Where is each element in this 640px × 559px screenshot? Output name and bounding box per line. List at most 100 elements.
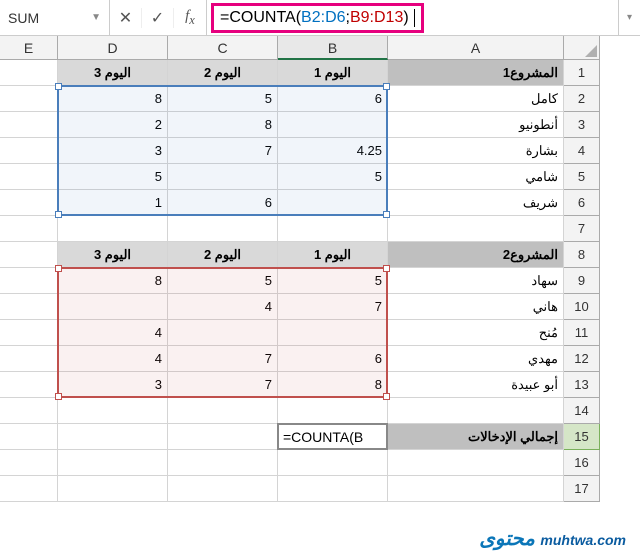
cell-A14[interactable] <box>388 398 564 424</box>
row-header-9[interactable]: 9 <box>564 268 600 294</box>
cell-C1[interactable]: اليوم 2 <box>168 60 278 86</box>
cell-A13[interactable]: أبو عبيدة <box>388 372 564 398</box>
cell-D7[interactable] <box>58 216 168 242</box>
cell-E4[interactable] <box>0 138 58 164</box>
cell-B16[interactable] <box>278 450 388 476</box>
cell-B17[interactable] <box>278 476 388 502</box>
row-header-16[interactable]: 16 <box>564 450 600 476</box>
row-header-11[interactable]: 11 <box>564 320 600 346</box>
cell-A2[interactable]: كامل <box>388 86 564 112</box>
cell-C12[interactable]: 7 <box>168 346 278 372</box>
cell-D2[interactable]: 8 <box>58 86 168 112</box>
row-header-1[interactable]: 1 <box>564 60 600 86</box>
cell-B14[interactable] <box>278 398 388 424</box>
name-box-dropdown-icon[interactable]: ▼ <box>91 12 101 23</box>
cell-E17[interactable] <box>0 476 58 502</box>
cell-A15[interactable]: إجمالي الإدخالات <box>388 424 564 450</box>
cell-E7[interactable] <box>0 216 58 242</box>
col-header-C[interactable]: C <box>168 36 278 60</box>
row-header-17[interactable]: 17 <box>564 476 600 502</box>
row-header-2[interactable]: 2 <box>564 86 600 112</box>
cell-E6[interactable] <box>0 190 58 216</box>
enter-button[interactable]: ✓ <box>142 8 174 28</box>
cell-B12[interactable]: 6 <box>278 346 388 372</box>
cell-A3[interactable]: أنطونيو <box>388 112 564 138</box>
cell-A9[interactable]: سهاد <box>388 268 564 294</box>
cell-D17[interactable] <box>58 476 168 502</box>
cancel-button[interactable]: ✕ <box>110 8 142 28</box>
cell-D13[interactable]: 3 <box>58 372 168 398</box>
cell-C10[interactable]: 4 <box>168 294 278 320</box>
cell-B5[interactable]: 5 <box>278 164 388 190</box>
cell-E5[interactable] <box>0 164 58 190</box>
cell-A8[interactable]: المشروع2 <box>388 242 564 268</box>
cell-B3[interactable] <box>278 112 388 138</box>
col-header-A[interactable]: A <box>388 36 564 60</box>
select-all-corner[interactable] <box>564 36 600 60</box>
row-header-3[interactable]: 3 <box>564 112 600 138</box>
cell-B1[interactable]: اليوم 1 <box>278 60 388 86</box>
cell-C16[interactable] <box>168 450 278 476</box>
cell-B8[interactable]: اليوم 1 <box>278 242 388 268</box>
cell-C15[interactable] <box>168 424 278 450</box>
cell-A16[interactable] <box>388 450 564 476</box>
cell-C5[interactable] <box>168 164 278 190</box>
cell-D6[interactable]: 1 <box>58 190 168 216</box>
cell-D8[interactable]: اليوم 3 <box>58 242 168 268</box>
cell-A5[interactable]: شامي <box>388 164 564 190</box>
cell-B6[interactable] <box>278 190 388 216</box>
row-header-7[interactable]: 7 <box>564 216 600 242</box>
cell-E13[interactable] <box>0 372 58 398</box>
name-box[interactable]: SUM ▼ <box>0 0 110 35</box>
cell-E1[interactable] <box>0 60 58 86</box>
row-header-8[interactable]: 8 <box>564 242 600 268</box>
cell-D5[interactable]: 5 <box>58 164 168 190</box>
cell-A1[interactable]: المشروع1 <box>388 60 564 86</box>
formula-input[interactable]: =COUNTA( B2:D6 ; B9:D13 ) <box>207 0 618 35</box>
cell-B15[interactable]: =COUNTA(B <box>278 424 388 450</box>
cell-E3[interactable] <box>0 112 58 138</box>
cell-D16[interactable] <box>58 450 168 476</box>
cell-E2[interactable] <box>0 86 58 112</box>
col-header-B[interactable]: B <box>278 36 388 60</box>
row-header-15[interactable]: 15 <box>564 424 600 450</box>
cell-A17[interactable] <box>388 476 564 502</box>
cell-C6[interactable]: 6 <box>168 190 278 216</box>
cell-E14[interactable] <box>0 398 58 424</box>
cell-E11[interactable] <box>0 320 58 346</box>
cell-C11[interactable] <box>168 320 278 346</box>
cell-E8[interactable] <box>0 242 58 268</box>
cell-D10[interactable] <box>58 294 168 320</box>
cell-A4[interactable]: بشارة <box>388 138 564 164</box>
cell-D14[interactable] <box>58 398 168 424</box>
cell-A7[interactable] <box>388 216 564 242</box>
row-header-5[interactable]: 5 <box>564 164 600 190</box>
cell-A11[interactable]: مُنح <box>388 320 564 346</box>
cell-A12[interactable]: مهدي <box>388 346 564 372</box>
cell-D12[interactable]: 4 <box>58 346 168 372</box>
cell-C3[interactable]: 8 <box>168 112 278 138</box>
col-header-D[interactable]: D <box>58 36 168 60</box>
cell-B7[interactable] <box>278 216 388 242</box>
row-header-12[interactable]: 12 <box>564 346 600 372</box>
cell-B4[interactable]: 4.25 <box>278 138 388 164</box>
cell-C13[interactable]: 7 <box>168 372 278 398</box>
cell-C2[interactable]: 5 <box>168 86 278 112</box>
cell-E15[interactable] <box>0 424 58 450</box>
cell-C7[interactable] <box>168 216 278 242</box>
row-header-6[interactable]: 6 <box>564 190 600 216</box>
cell-D9[interactable]: 8 <box>58 268 168 294</box>
cell-E10[interactable] <box>0 294 58 320</box>
cell-B9[interactable]: 5 <box>278 268 388 294</box>
cell-C9[interactable]: 5 <box>168 268 278 294</box>
cell-D15[interactable] <box>58 424 168 450</box>
cell-E9[interactable] <box>0 268 58 294</box>
row-header-10[interactable]: 10 <box>564 294 600 320</box>
cell-C14[interactable] <box>168 398 278 424</box>
cell-B2[interactable]: 6 <box>278 86 388 112</box>
cell-A6[interactable]: شريف <box>388 190 564 216</box>
cell-D1[interactable]: اليوم 3 <box>58 60 168 86</box>
cell-C8[interactable]: اليوم 2 <box>168 242 278 268</box>
row-header-4[interactable]: 4 <box>564 138 600 164</box>
cell-D3[interactable]: 2 <box>58 112 168 138</box>
